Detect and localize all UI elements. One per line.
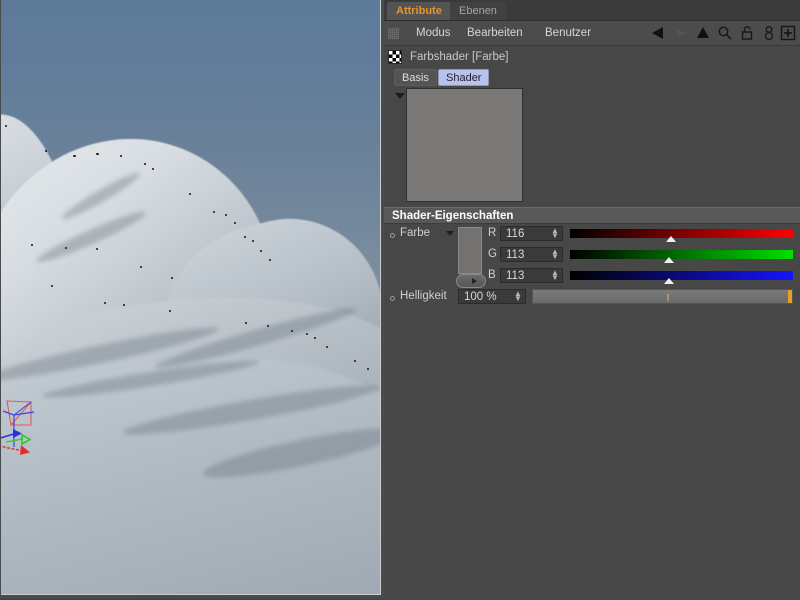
brightness-value: 100 %	[464, 291, 497, 303]
mesh-vertex	[189, 193, 191, 195]
green-value-field[interactable]: 113 ▲ ▼	[500, 247, 563, 262]
mesh-vertex	[252, 240, 254, 242]
mesh-vertex	[367, 368, 369, 370]
tab-shader[interactable]: Shader	[438, 69, 490, 86]
mesh-vertex	[314, 337, 316, 339]
mesh-vertex	[51, 285, 53, 287]
axis-gizmo[interactable]	[1, 395, 121, 485]
tab-attribute[interactable]: Attribute	[387, 2, 451, 20]
shader-properties-header: Shader-Eigenschaften	[384, 207, 800, 224]
mesh-vertex	[104, 302, 106, 304]
mesh-vertex	[152, 168, 154, 170]
attribute-manager-panel: Attribute Ebenen Modus Bearbeiten Benutz…	[384, 0, 800, 600]
red-slider-handle[interactable]	[666, 236, 676, 242]
green-slider[interactable]	[570, 250, 793, 263]
tab-basis[interactable]: Basis	[394, 69, 437, 86]
mesh-vertex	[225, 214, 227, 216]
mesh-vertex	[326, 346, 328, 348]
attribute-subtabs: Basis Shader	[384, 68, 800, 88]
mesh-vertex	[244, 236, 246, 238]
animation-track-dot[interactable]	[390, 296, 395, 301]
brightness-slider-fill	[533, 290, 792, 303]
up-arrow-icon[interactable]	[692, 21, 714, 45]
mesh-vertex	[169, 310, 171, 312]
red-gradient-track	[570, 229, 793, 238]
search-icon[interactable]	[714, 21, 736, 45]
user-icon[interactable]	[758, 21, 780, 45]
green-gradient-track	[570, 250, 793, 259]
add-box-icon[interactable]	[778, 21, 798, 45]
mesh-vertex	[291, 330, 293, 332]
channel-label-r: R	[488, 227, 497, 239]
brightness-slider-handle[interactable]	[788, 290, 792, 303]
mesh-vertex	[306, 333, 308, 335]
brightness-value-field[interactable]: 100 % ▲ ▼	[458, 289, 526, 304]
mesh-vertex	[234, 222, 236, 224]
blue-slider[interactable]	[570, 271, 793, 284]
forward-arrow-icon[interactable]	[670, 21, 692, 45]
mesh-vertex	[96, 248, 98, 250]
mesh-vertex	[140, 266, 142, 268]
mesh-vertex	[120, 155, 122, 157]
3d-viewport[interactable]	[1, 0, 381, 595]
application-window: Attribute Ebenen Modus Bearbeiten Benutz…	[0, 0, 800, 600]
menu-item-modus[interactable]: Modus	[410, 21, 457, 45]
channel-label-b: B	[488, 269, 496, 281]
blue-value-field[interactable]: 113 ▲ ▼	[500, 268, 563, 283]
mesh-vertex	[245, 322, 247, 324]
mesh-vertex	[96, 153, 99, 155]
panel-menubar: Modus Bearbeiten Benutzer	[384, 21, 800, 46]
green-stepper[interactable]: ▲ ▼	[551, 248, 559, 261]
grip-handle-icon[interactable]	[388, 28, 399, 39]
mesh-vertex	[171, 277, 173, 279]
object-header: Farbshader [Farbe]	[384, 46, 800, 68]
brightness-stepper[interactable]: ▲ ▼	[514, 290, 522, 303]
brightness-label: Helligkeit	[400, 290, 447, 302]
shader-properties-body: Farbe R 116 ▲ ▼ G 113 ▲ ▼ B 113 ▲ ▼ Hell…	[384, 224, 800, 304]
mesh-vertex	[123, 304, 125, 306]
color-label: Farbe	[400, 227, 431, 239]
panel-tabstrip: Attribute Ebenen	[384, 0, 800, 21]
viewport-frame	[0, 0, 384, 598]
brightness-slider[interactable]	[532, 289, 793, 304]
back-arrow-icon[interactable]	[648, 21, 670, 45]
channel-label-g: G	[488, 248, 497, 260]
animation-track-dot[interactable]	[390, 233, 395, 238]
menu-item-benutzer[interactable]: Benutzer	[539, 21, 597, 45]
mesh-vertex	[31, 244, 33, 246]
blue-stepper[interactable]: ▲ ▼	[551, 269, 559, 282]
chevron-down-icon[interactable]	[446, 231, 454, 236]
shader-preview-region	[384, 88, 800, 207]
triangle-right-icon	[472, 278, 477, 284]
blue-slider-handle[interactable]	[664, 278, 674, 284]
mesh-vertex	[73, 155, 76, 157]
mesh-vertex	[5, 125, 7, 127]
red-slider[interactable]	[570, 229, 793, 242]
red-stepper[interactable]: ▲ ▼	[551, 227, 559, 240]
shader-preview-swatch[interactable]	[406, 88, 523, 202]
mesh-vertex	[269, 259, 271, 261]
mesh-vertex	[354, 360, 356, 362]
red-value-field[interactable]: 116 ▲ ▼	[500, 226, 563, 241]
blue-gradient-track	[570, 271, 793, 280]
green-slider-handle[interactable]	[664, 257, 674, 263]
mesh-vertex	[45, 150, 47, 152]
object-title: Farbshader [Farbe]	[410, 51, 509, 63]
triangle-down-icon[interactable]	[395, 93, 405, 99]
blue-value: 113	[506, 270, 525, 282]
mesh-vertex	[213, 211, 215, 213]
menu-item-bearbeiten[interactable]: Bearbeiten	[461, 21, 529, 45]
red-value: 116	[506, 228, 525, 240]
color-picker-button[interactable]	[456, 274, 486, 288]
green-value: 113	[506, 249, 525, 261]
tab-ebenen[interactable]: Ebenen	[450, 2, 506, 20]
mesh-vertex	[144, 163, 146, 165]
checkerboard-icon	[388, 50, 402, 64]
unlocked-padlock-icon[interactable]	[736, 21, 758, 45]
mesh-vertex	[65, 247, 67, 249]
color-swatch[interactable]	[458, 227, 482, 274]
mesh-vertex	[260, 250, 262, 252]
mesh-vertex	[267, 325, 269, 327]
brightness-slider-tick	[667, 294, 669, 301]
